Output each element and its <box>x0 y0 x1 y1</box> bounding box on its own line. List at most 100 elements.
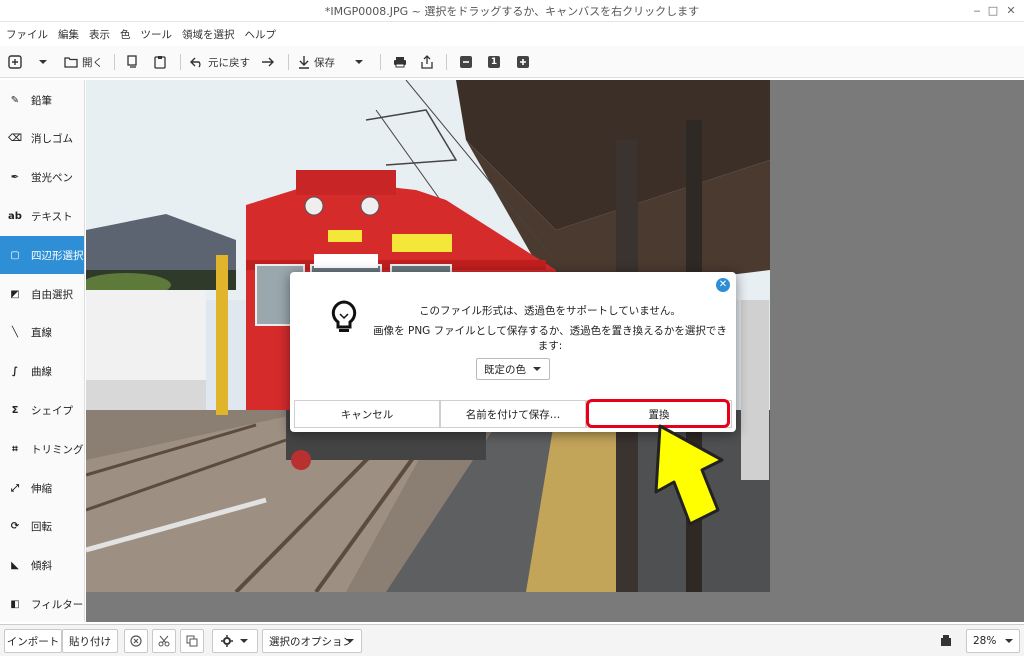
menu-color[interactable]: 色 <box>120 27 131 42</box>
chevron-down-icon <box>533 367 541 371</box>
tool-pencil[interactable]: ✎ 鉛筆 <box>0 81 84 119</box>
toolbar-separator <box>446 54 447 70</box>
skew-icon: ◣ <box>11 560 19 572</box>
zoom-select[interactable]: 28% <box>966 629 1020 653</box>
tool-rotate[interactable]: ⟳ 回転 <box>0 508 84 546</box>
tool-label: 消しゴム <box>31 133 73 146</box>
actions-menu-button[interactable] <box>212 629 258 653</box>
copy-button[interactable] <box>126 52 138 72</box>
tool-crop[interactable]: ⌗ トリミング <box>0 430 84 468</box>
close-icon[interactable]: ✕ <box>1002 2 1020 20</box>
tool-label: 回転 <box>31 521 52 534</box>
zoom-actual-button[interactable]: 1 <box>488 52 500 72</box>
gear-icon <box>221 635 233 647</box>
tool-free-select[interactable]: ◩ 自由選択 <box>0 275 84 313</box>
save-menu-button[interactable] <box>354 52 364 72</box>
dialog-message-line1: このファイル形式は、透過色をサポートしていません。 <box>419 305 681 317</box>
shape-icon: Σ <box>11 404 19 416</box>
menu-selection[interactable]: 領域を選択 <box>182 27 235 42</box>
tool-eraser[interactable]: ⌫ 消しゴム <box>0 120 84 158</box>
menu-view[interactable]: 表示 <box>89 27 110 42</box>
chevron-down-icon <box>39 60 47 64</box>
cancel-circle-icon <box>130 635 142 647</box>
lightbulb-icon <box>331 300 357 332</box>
tool-label: テキスト <box>31 210 73 223</box>
chevron-down-icon <box>1005 639 1013 643</box>
menu-edit[interactable]: 編集 <box>58 27 79 42</box>
undo-icon <box>190 57 201 68</box>
cut-button[interactable] <box>152 629 176 653</box>
toolbar-separator <box>288 54 289 70</box>
save-button[interactable]: 保存 <box>298 52 335 72</box>
tool-label: 鉛筆 <box>31 94 52 107</box>
tool-sidebar: ✎ 鉛筆 ⌫ 消しゴム ✒ 蛍光ペン ab テキスト ▢ 四辺形選択 ◩ 自由選択 ╲ 直線 ∫ 曲線 Σ シェイ… <box>0 80 85 622</box>
menu-tools[interactable]: ツール <box>141 27 173 42</box>
tool-rect-select[interactable]: ▢ 四辺形選択 <box>0 236 84 275</box>
dialog-close-icon[interactable]: ✕ <box>716 278 730 292</box>
cancel-button[interactable]: キャンセル <box>294 400 440 428</box>
free-select-icon: ◩ <box>10 288 20 300</box>
status-bar: インポート 貼り付け 選択のオプション 28% <box>0 624 1024 656</box>
cancel-selection-button[interactable] <box>124 629 148 653</box>
paste-toolbar-button[interactable] <box>154 52 166 72</box>
scissors-icon <box>158 635 170 647</box>
rotate-icon: ⟳ <box>10 521 20 533</box>
tool-shape[interactable]: Σ シェイプ <box>0 391 84 429</box>
minus-icon <box>460 56 472 68</box>
new-button[interactable] <box>8 52 22 72</box>
duplicate-icon <box>186 635 198 647</box>
copy-selection-button[interactable] <box>180 629 204 653</box>
tool-label: シェイプ <box>31 404 73 417</box>
menu-help[interactable]: ヘルプ <box>245 27 277 42</box>
paste-button[interactable]: 貼り付け <box>62 629 118 653</box>
menu-file[interactable]: ファイル <box>6 27 48 42</box>
tool-curve[interactable]: ∫ 曲線 <box>0 353 84 391</box>
tool-filter[interactable]: ◧ フィルター <box>0 585 84 623</box>
tool-label: トリミング <box>31 443 84 456</box>
zoom-actual-icon: 1 <box>488 56 500 68</box>
tool-scale[interactable]: ⤢ 伸縮 <box>0 469 84 507</box>
tool-label: 蛍光ペン <box>31 172 73 185</box>
new-image-icon <box>8 55 22 69</box>
title-bar: *IMGP0008.JPG ~ 選択をドラッグするか、キャンバスを右クリックしま… <box>0 0 1024 22</box>
selection-options-button[interactable]: 選択のオプション <box>262 629 362 653</box>
tool-highlighter[interactable]: ✒ 蛍光ペン <box>0 159 84 197</box>
save-as-button[interactable]: 名前を付けて保存… <box>440 400 586 428</box>
maximize-icon[interactable]: □ <box>984 2 1002 20</box>
toolbar: 開く 元に戻す 保存 1 <box>0 46 1024 78</box>
tool-label: 傾斜 <box>31 560 52 573</box>
new-menu-button[interactable] <box>38 52 48 72</box>
redo-button[interactable] <box>260 52 274 72</box>
share-button[interactable] <box>421 52 433 72</box>
tool-label: 自由選択 <box>31 288 73 301</box>
chevron-down-icon <box>355 60 363 64</box>
color-picker-button[interactable] <box>934 629 958 653</box>
replacement-color-value: 既定の色 <box>484 363 526 376</box>
replacement-color-select[interactable]: 既定の色 <box>476 358 550 380</box>
tool-label: 曲線 <box>31 366 52 379</box>
line-icon: ╲ <box>11 327 19 339</box>
plus-icon <box>517 56 529 68</box>
text-icon: ab <box>8 210 22 222</box>
tool-label: 四辺形選択 <box>31 249 84 262</box>
eraser-icon: ⌫ <box>7 133 23 145</box>
zoom-label: 28% <box>973 635 997 647</box>
import-button[interactable]: インポート <box>4 629 62 653</box>
zoom-in-button[interactable] <box>517 52 529 72</box>
undo-button[interactable]: 元に戻す <box>190 52 250 72</box>
print-button[interactable] <box>393 52 407 72</box>
filter-icon: ◧ <box>10 598 20 610</box>
tool-label: 直線 <box>31 327 52 340</box>
chevron-down-icon <box>346 639 354 643</box>
menu-bar: ファイル 編集 表示色ツール 領域を選択 ヘルプ <box>0 24 1024 44</box>
tool-skew[interactable]: ◣ 傾斜 <box>0 547 84 585</box>
printer-icon <box>394 57 406 68</box>
copy-icon <box>127 55 137 68</box>
tool-text[interactable]: ab テキスト <box>0 197 84 235</box>
highlighter-icon: ✒ <box>10 172 20 184</box>
open-label: 開く <box>82 56 103 69</box>
tool-line[interactable]: ╲ 直線 <box>0 314 84 352</box>
zoom-out-button[interactable] <box>460 52 472 72</box>
bucket-icon <box>941 635 951 646</box>
open-button[interactable]: 開く <box>64 52 103 72</box>
